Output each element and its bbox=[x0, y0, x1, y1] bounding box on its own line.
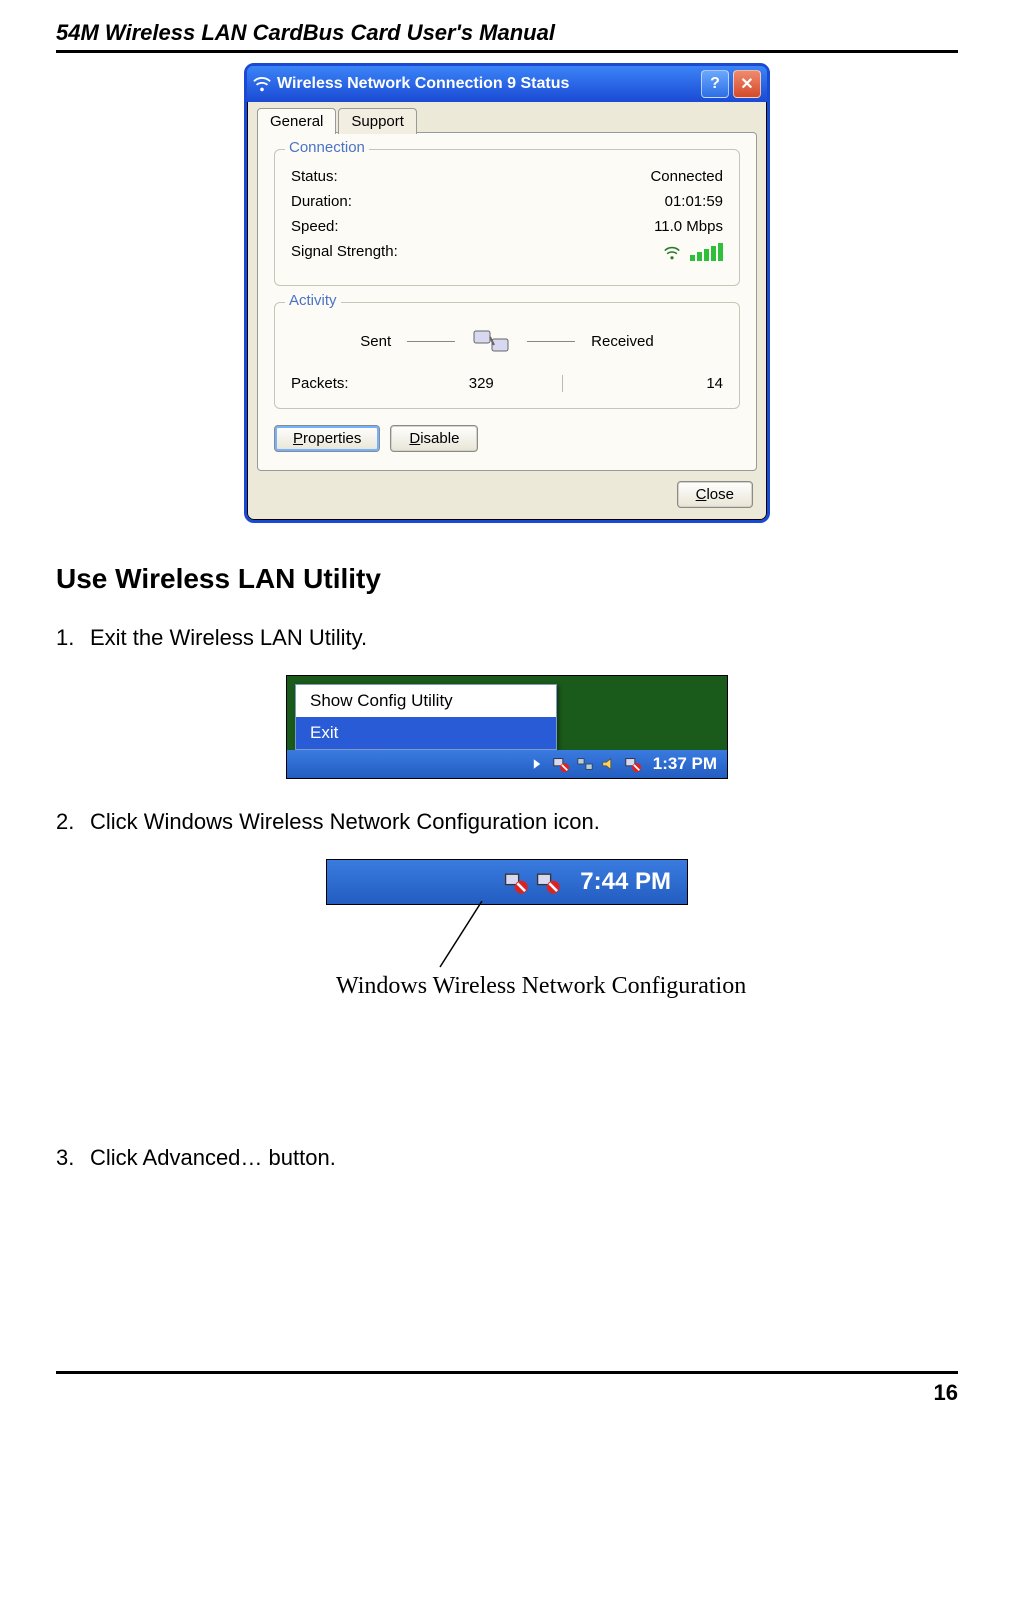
activity-group-title: Activity bbox=[285, 292, 341, 309]
menu-item-exit[interactable]: Exit bbox=[296, 717, 556, 749]
callout: Windows Wireless Network Configuration bbox=[56, 905, 958, 1025]
close-button[interactable]: Close bbox=[677, 481, 753, 508]
figure-context-menu: Show Config Utility Exit 1:37 PM bbox=[286, 675, 728, 779]
wireless-icon bbox=[253, 75, 271, 93]
tray-volume-icon[interactable] bbox=[599, 754, 619, 774]
status-label: Status: bbox=[291, 168, 338, 185]
signal-strength-indicator bbox=[664, 243, 723, 265]
tray-wireless-off-icon[interactable] bbox=[551, 754, 571, 774]
tray-wlan-disconnected-icon[interactable] bbox=[623, 754, 643, 774]
taskbar-2: 7:44 PM bbox=[327, 860, 687, 904]
callout-line bbox=[436, 901, 516, 971]
page-number: 16 bbox=[934, 1380, 958, 1405]
callout-label: Windows Wireless Network Configuration bbox=[336, 973, 746, 1000]
disable-button[interactable]: Disable bbox=[390, 425, 478, 452]
titlebar: Wireless Network Connection 9 Status ? ✕ bbox=[247, 66, 767, 102]
system-tray-2 bbox=[502, 868, 562, 896]
speed-label: Speed: bbox=[291, 218, 339, 235]
activity-computers-icon bbox=[471, 321, 511, 361]
duration-value: 01:01:59 bbox=[665, 193, 723, 210]
clock-2: 7:44 PM bbox=[580, 868, 671, 896]
header-rule bbox=[56, 50, 958, 53]
section-title: Use Wireless LAN Utility bbox=[56, 563, 958, 595]
tab-strip: General Support bbox=[257, 108, 757, 134]
tray-network-icon[interactable] bbox=[575, 754, 595, 774]
figure-taskbar: 7:44 PM bbox=[326, 859, 688, 905]
tray-context-menu: Show Config Utility Exit bbox=[295, 684, 557, 750]
signal-bars-icon bbox=[690, 243, 723, 261]
connection-group: Connection Status: Connected Duration: 0… bbox=[274, 149, 740, 286]
close-x-button[interactable]: ✕ bbox=[733, 70, 761, 98]
received-label: Received bbox=[591, 333, 654, 350]
tray-wireless-off-icon[interactable] bbox=[502, 868, 530, 896]
speed-value: 11.0 Mbps bbox=[654, 218, 723, 235]
page-footer: 16 bbox=[56, 1371, 958, 1426]
xp-dialog: Wireless Network Connection 9 Status ? ✕… bbox=[244, 63, 770, 523]
status-value: Connected bbox=[650, 168, 723, 185]
properties-button[interactable]: Properties bbox=[274, 425, 380, 452]
system-tray bbox=[527, 754, 643, 774]
sent-line bbox=[407, 341, 455, 342]
menu-item-show-config[interactable]: Show Config Utility bbox=[296, 685, 556, 717]
running-header: 54M Wireless LAN CardBus Card User's Man… bbox=[56, 20, 958, 46]
tray-expand-icon[interactable] bbox=[527, 754, 547, 774]
packets-received: 14 bbox=[563, 375, 724, 392]
help-button[interactable]: ? bbox=[701, 70, 729, 98]
activity-group: Activity Sent bbox=[274, 302, 740, 409]
duration-label: Duration: bbox=[291, 193, 352, 210]
clock: 1:37 PM bbox=[653, 754, 717, 774]
tab-support[interactable]: Support bbox=[338, 108, 417, 134]
figure-status-dialog: Wireless Network Connection 9 Status ? ✕… bbox=[56, 63, 958, 523]
step-1: 1.Exit the Wireless LAN Utility. bbox=[56, 625, 958, 651]
signal-label: Signal Strength: bbox=[291, 243, 398, 265]
step-2: 2.Click Windows Wireless Network Configu… bbox=[56, 809, 958, 835]
packets-sent: 329 bbox=[401, 375, 562, 392]
dialog-title: Wireless Network Connection 9 Status bbox=[277, 75, 569, 93]
tray-wlan-disconnected-icon[interactable] bbox=[534, 868, 562, 896]
connection-group-title: Connection bbox=[285, 139, 369, 156]
taskbar: 1:37 PM bbox=[287, 750, 727, 778]
general-panel: Connection Status: Connected Duration: 0… bbox=[257, 132, 757, 471]
sent-label: Sent bbox=[360, 333, 391, 350]
step-3: 3.Click Advanced… button. bbox=[56, 1145, 958, 1171]
tab-general[interactable]: General bbox=[257, 108, 336, 134]
received-line bbox=[527, 341, 575, 342]
packets-label: Packets: bbox=[291, 375, 401, 392]
